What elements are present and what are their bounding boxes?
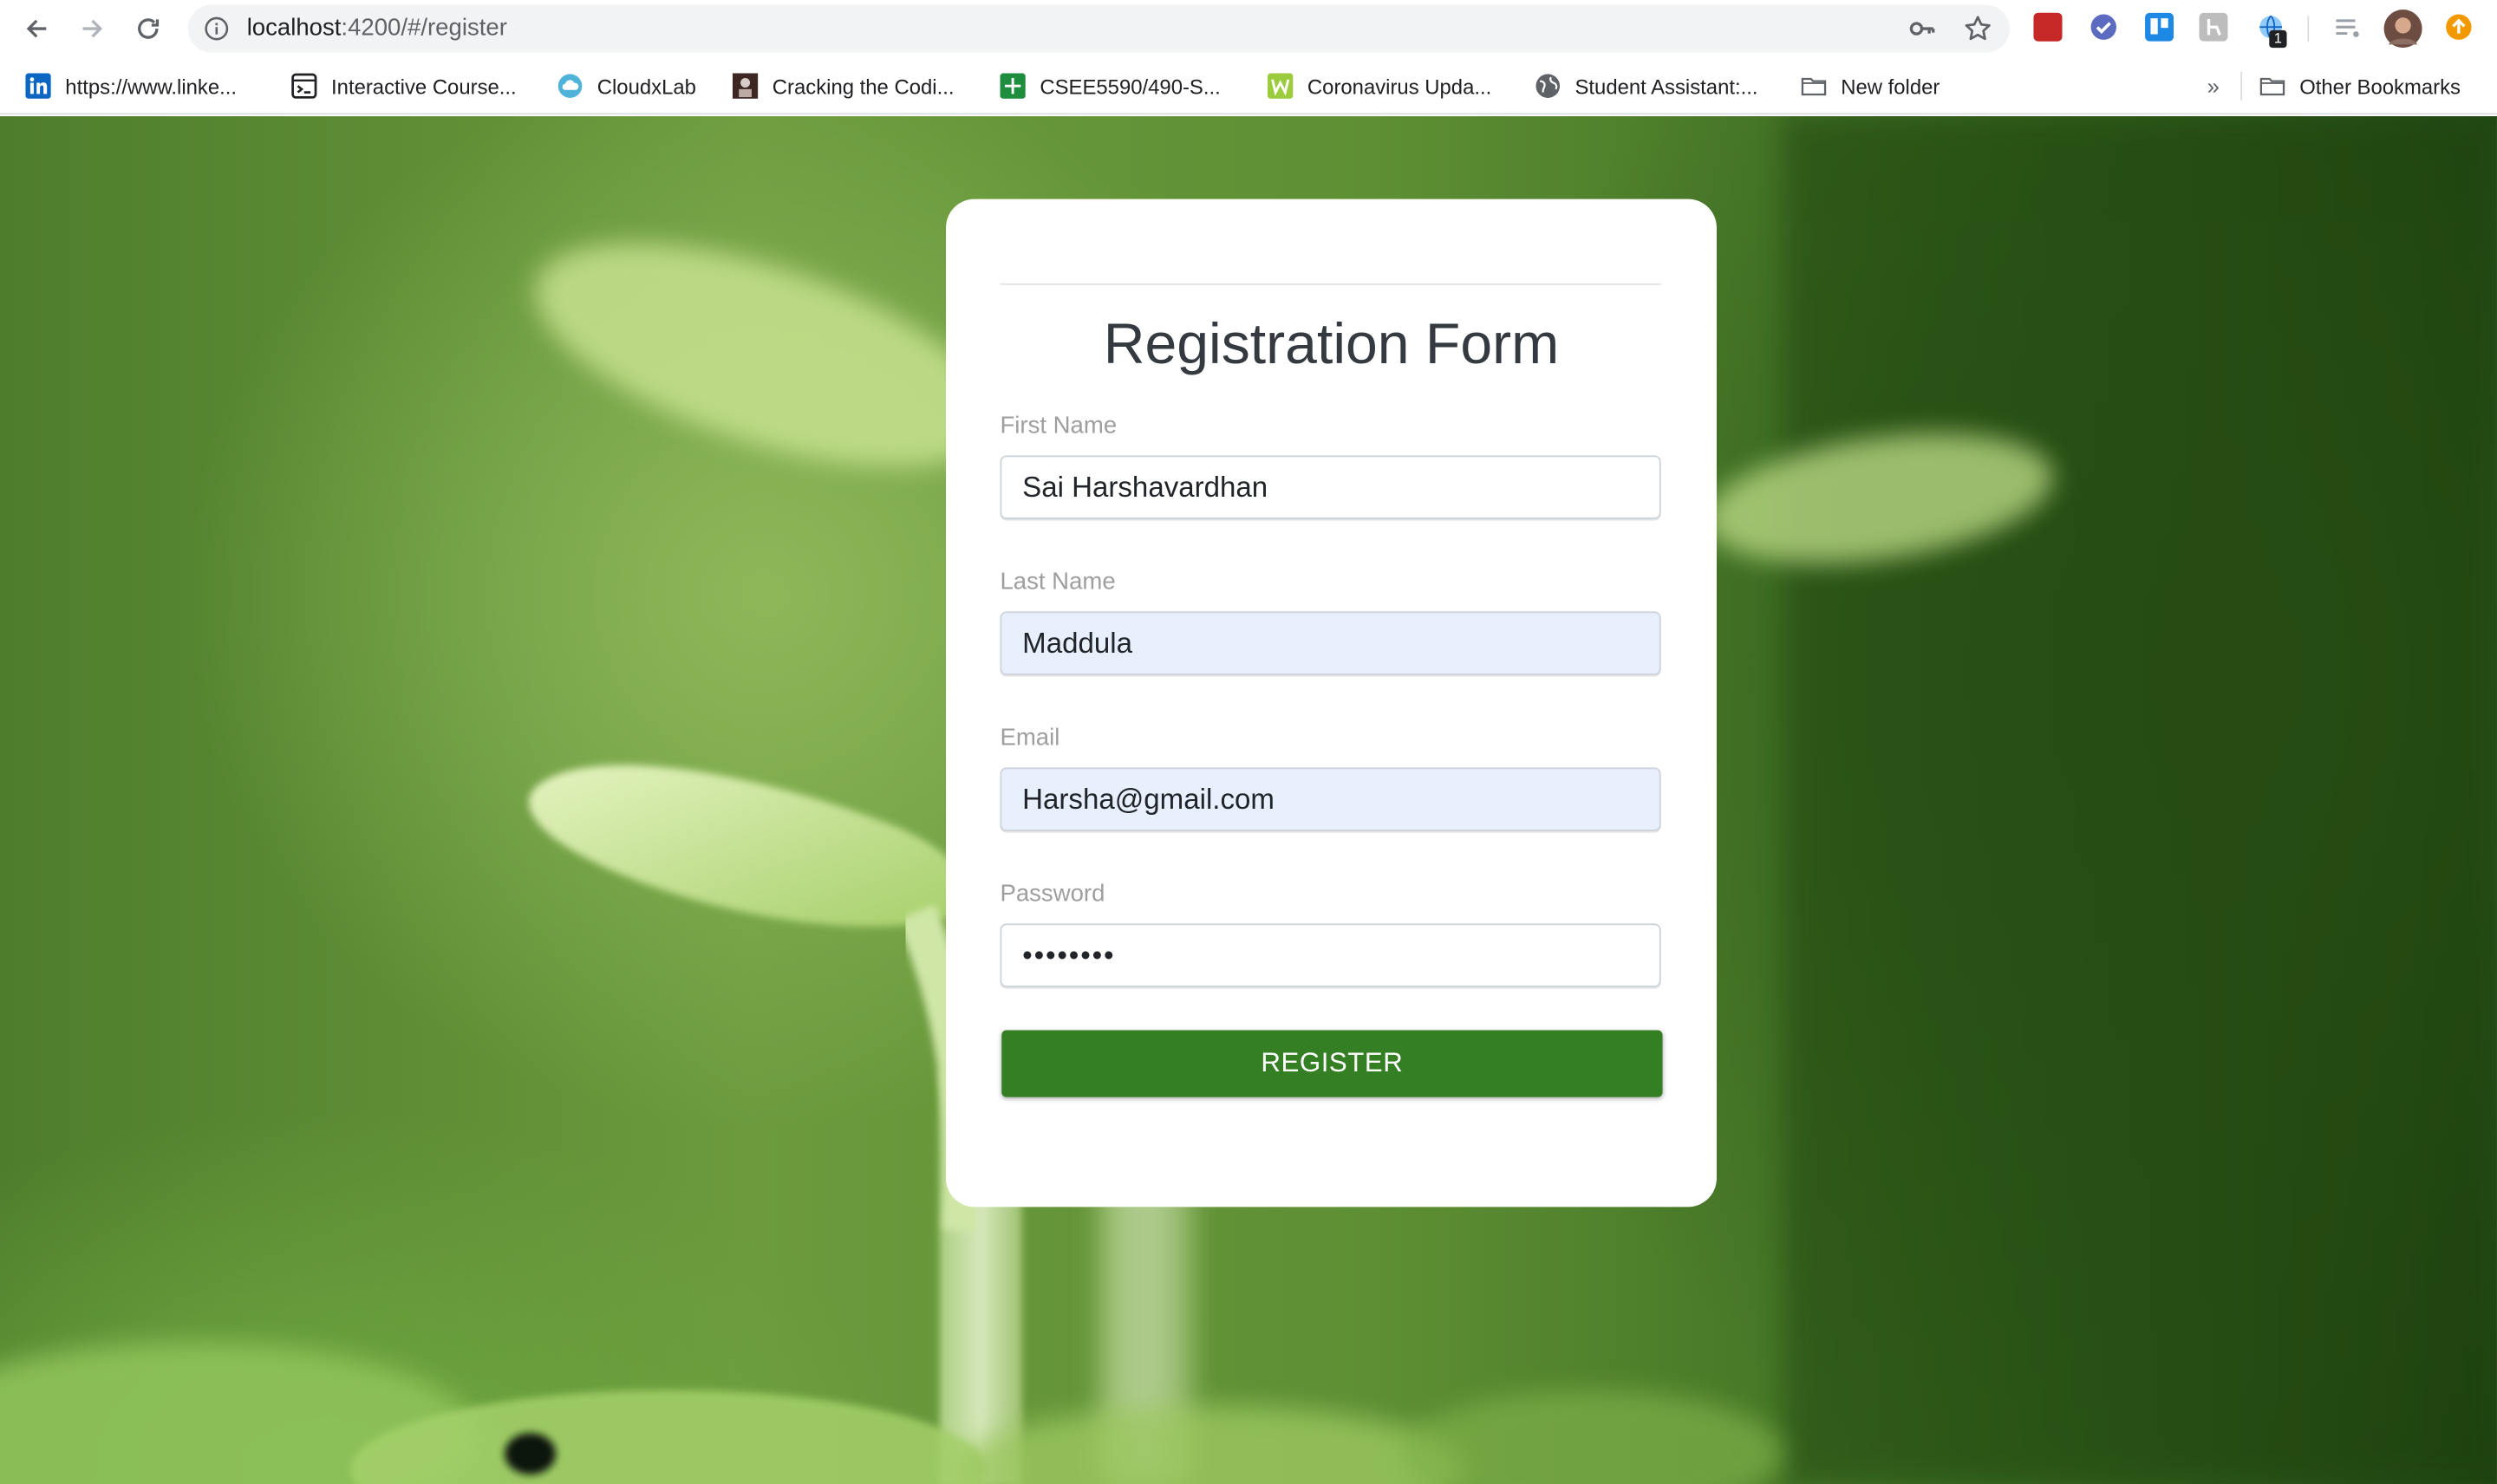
bookmark-coronavirus-update[interactable]: Coronavirus Upda...: [1268, 72, 1491, 101]
profile-avatar[interactable]: [2383, 10, 2422, 49]
bookmark-label: https://www.linke...: [65, 74, 238, 98]
bookmark-linkedin[interactable]: https://www.linke...: [25, 72, 237, 101]
last-name-input[interactable]: Maddula: [1000, 611, 1661, 675]
bookmark-label: New folder: [1841, 74, 1940, 98]
book-cover-icon: [732, 73, 759, 99]
extension-red-book-icon[interactable]: [2033, 12, 2063, 42]
first-name-value: Sai Harshavardhan: [1022, 470, 1268, 503]
bookmark-csee5590[interactable]: CSEE5590/490-S...: [1000, 72, 1221, 101]
bookmark-label: Cracking the Codi...: [772, 74, 955, 98]
url-text: localhost:4200/#/register: [246, 14, 507, 42]
last-name-label: Last Name: [1000, 568, 1116, 596]
password-masked-value: ••••••••: [1022, 938, 1116, 971]
extension-translate-icon[interactable]: 1: [2257, 13, 2287, 49]
bookmark-other-bookmarks[interactable]: Other Bookmarks: [2259, 72, 2461, 101]
bookmark-label: Interactive Course...: [331, 74, 517, 98]
bookmarks-divider: [2240, 71, 2243, 101]
cloud-icon: [557, 73, 583, 98]
info-icon[interactable]: [204, 16, 229, 41]
email-label: Email: [1000, 724, 1060, 752]
password-input[interactable]: ••••••••: [1000, 923, 1661, 987]
reload-button[interactable]: [126, 6, 170, 50]
bookmark-star-icon[interactable]: [1964, 15, 1992, 43]
first-name-input[interactable]: Sai Harshavardhan: [1000, 455, 1661, 519]
address-bar[interactable]: localhost:4200/#/register: [187, 4, 2010, 53]
reload-icon: [138, 18, 160, 39]
back-arrow-icon: [26, 19, 47, 38]
bookmark-interactive-course[interactable]: Interactive Course...: [291, 72, 517, 101]
bookmark-cloudxlab[interactable]: CloudxLab: [557, 72, 696, 101]
extension-badge: 1: [2269, 29, 2287, 49]
card-divider: [1000, 283, 1661, 285]
update-menu-icon[interactable]: [2444, 13, 2473, 42]
password-key-icon[interactable]: [1907, 15, 1936, 43]
browser-toolbar: localhost:4200/#/register 1: [0, 0, 2497, 58]
sheets-icon: [1000, 73, 1026, 99]
back-button[interactable]: [15, 6, 59, 50]
toolbar-divider: [2307, 16, 2310, 42]
last-name-value: Maddula: [1022, 626, 1132, 659]
extension-grey-icon[interactable]: [2199, 12, 2228, 42]
extension-check-icon[interactable]: [2090, 13, 2118, 42]
forward-arrow-icon: [82, 19, 103, 38]
folder-icon: [2259, 73, 2285, 98]
bookmarks-overflow-chevron[interactable]: »: [2207, 72, 2220, 101]
bookmark-label: Other Bookmarks: [2299, 74, 2461, 98]
email-input[interactable]: Harsha@gmail.com: [1000, 767, 1661, 831]
linkedin-icon: [25, 73, 51, 99]
bookmark-label: Coronavirus Upda...: [1307, 74, 1492, 98]
bookmarks-bar: https://www.linke... Interactive Course.…: [0, 57, 2497, 115]
password-label: Password: [1000, 880, 1105, 908]
first-name-label: First Name: [1000, 412, 1118, 439]
globe-icon: [1535, 73, 1561, 98]
bookmark-cracking-the-coding[interactable]: Cracking the Codi...: [732, 72, 955, 101]
register-button[interactable]: REGISTER: [1001, 1030, 1663, 1097]
page-background: Registration Form First Name Sai Harshav…: [0, 116, 2497, 1484]
bookmark-label: CloudxLab: [597, 74, 696, 98]
email-value: Harsha@gmail.com: [1022, 782, 1275, 815]
registration-card: Registration Form First Name Sai Harshav…: [945, 199, 1717, 1207]
terminal-icon: [291, 73, 317, 99]
bookmark-student-assistant[interactable]: Student Assistant:...: [1535, 72, 1758, 101]
folder-icon: [1801, 73, 1827, 98]
extension-trello-icon[interactable]: [2145, 12, 2174, 42]
forward-button[interactable]: [70, 6, 114, 50]
reading-list-icon[interactable]: [2333, 13, 2362, 42]
bookmark-new-folder[interactable]: New folder: [1801, 72, 1940, 101]
bookmark-label: CSEE5590/490-S...: [1040, 74, 1221, 98]
w-logo-icon: [1268, 73, 1294, 99]
form-title: Registration Form: [1103, 310, 1560, 376]
bookmark-label: Student Assistant:...: [1574, 74, 1758, 98]
